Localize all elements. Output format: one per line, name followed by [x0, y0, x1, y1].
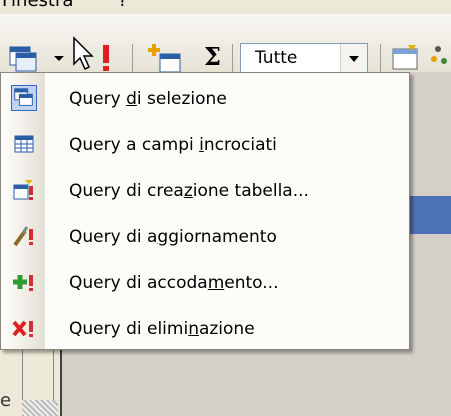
menu-bar: Finestra ?: [0, 0, 451, 14]
menu-item-label: Query a campi incrociati: [69, 135, 277, 155]
show-table-icon[interactable]: [148, 42, 182, 74]
properties-icon[interactable]: [390, 41, 422, 73]
filter-value: Tutte: [255, 48, 298, 68]
chevron-down-icon[interactable]: [340, 44, 367, 74]
append-query-icon: [13, 275, 33, 291]
divider: [60, 350, 62, 416]
run-exclamation-icon[interactable]: [98, 43, 114, 73]
selected-row-strip: [410, 196, 451, 234]
menu-finestra[interactable]: Finestra: [2, 0, 73, 11]
query-type-menu: Query di selezione Query a campi incroci…: [0, 72, 410, 350]
filter-combo[interactable]: Tutte: [240, 43, 368, 75]
menu-item-make-table-query[interactable]: Query di creazione tabella...: [1, 169, 409, 213]
menu-item-crosstab-query[interactable]: Query a campi incrociati: [1, 123, 409, 167]
make-table-query-icon: [13, 180, 33, 200]
menu-item-label: Query di eliminazione: [69, 319, 255, 339]
menu-item-label: Query di accodamento...: [69, 273, 279, 293]
build-icon[interactable]: [428, 41, 451, 73]
menu-item-label: Query di creazione tabella...: [69, 181, 309, 201]
mouse-cursor-icon: [73, 36, 94, 71]
query-type-icon[interactable]: [8, 43, 38, 73]
update-query-icon: [13, 226, 33, 247]
grid-pane: [410, 72, 451, 416]
menu-item-label: Query di aggiornamento: [69, 227, 277, 247]
menu-item-append-query[interactable]: Query di accodamento...: [1, 261, 409, 305]
menu-item-update-query[interactable]: Query di aggiornamento: [1, 215, 409, 259]
delete-query-icon: [12, 320, 33, 337]
totals-sigma-icon[interactable]: Σ: [204, 42, 221, 71]
query-design-toolbar: Σ Tutte: [0, 14, 451, 75]
crosstab-query-icon: [14, 135, 34, 153]
splitter-hatch[interactable]: [22, 400, 58, 416]
menu-item-delete-query[interactable]: Query di eliminazione: [1, 307, 409, 351]
menu-item-select-query[interactable]: Query di selezione: [1, 77, 409, 121]
menu-help[interactable]: ?: [118, 0, 128, 11]
select-query-icon: [11, 85, 37, 111]
menu-item-label: Query di selezione: [69, 89, 227, 109]
partial-text: e: [0, 390, 12, 411]
dropdown-arrow-icon[interactable]: [54, 56, 64, 61]
